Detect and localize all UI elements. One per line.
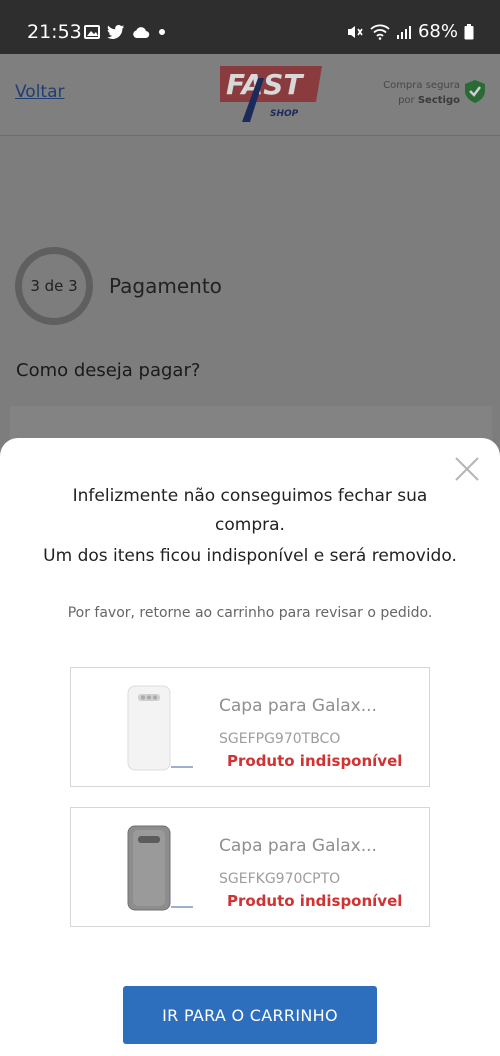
logo-sub: SHOP — [270, 109, 299, 119]
item-sku: SGEFKG970CPTO — [219, 871, 341, 887]
modal-message-2: Um dos itens ficou indisponível e será r… — [43, 546, 457, 566]
modal-message-1: Infelizmente não conseguimos fechar sua … — [72, 486, 428, 535]
phone-case-image — [127, 685, 193, 771]
go-to-cart-button[interactable]: IR PARA O CARRINHO — [123, 986, 377, 1044]
item-name: Capa para Galax... — [219, 696, 377, 716]
twitter-icon — [107, 24, 124, 39]
status-time: 21:53 — [27, 21, 82, 43]
mute-icon — [347, 26, 363, 38]
shield-check-icon — [465, 80, 485, 103]
item-status: Produto indisponível — [227, 752, 403, 770]
fast-shop-logo: FAST SHOP — [220, 66, 322, 122]
item-status: Produto indisponível — [227, 892, 403, 910]
status-left-icons — [84, 20, 167, 44]
status-bar: 21:53 68% — [0, 0, 500, 54]
modal-instruction: Por favor, retorne ao carrinho para revi… — [67, 605, 433, 621]
secure-purchase-badge: Compra segura por Sectigo — [383, 78, 460, 108]
logo-text: FAST — [226, 68, 304, 101]
secure-line2: por Sectigo — [398, 95, 460, 106]
secure-line1: Compra segura — [383, 80, 460, 91]
phone-case-image — [127, 825, 193, 911]
signal-icon — [396, 26, 411, 39]
unavailable-item: Capa para Galax... SGEFPG970TBCO Produto… — [70, 667, 430, 787]
image-icon — [84, 25, 100, 39]
site-header: Voltar FAST SHOP Compra segura por Secti… — [0, 54, 500, 136]
payment-question: Como deseja pagar? — [16, 360, 201, 381]
dot-icon — [159, 29, 165, 35]
battery-icon — [464, 24, 474, 40]
battery-percent: 68% — [417, 21, 458, 42]
item-name: Capa para Galax... — [219, 836, 377, 856]
unavailable-item-modal: Infelizmente não conseguimos fechar sua … — [0, 438, 500, 1056]
back-link[interactable]: Voltar — [15, 82, 65, 102]
status-right-icons: 68% — [346, 20, 474, 44]
cloud-icon — [133, 27, 150, 39]
step-indicator: 3 de 3 — [15, 247, 93, 325]
secure-brand: Sectigo — [417, 95, 460, 106]
step-title: Pagamento — [109, 274, 222, 298]
unavailable-item: Capa para Galax... SGEFKG970CPTO Produto… — [70, 807, 430, 927]
item-sku: SGEFPG970TBCO — [219, 731, 341, 747]
wifi-icon — [370, 24, 390, 40]
close-icon[interactable] — [454, 456, 480, 482]
